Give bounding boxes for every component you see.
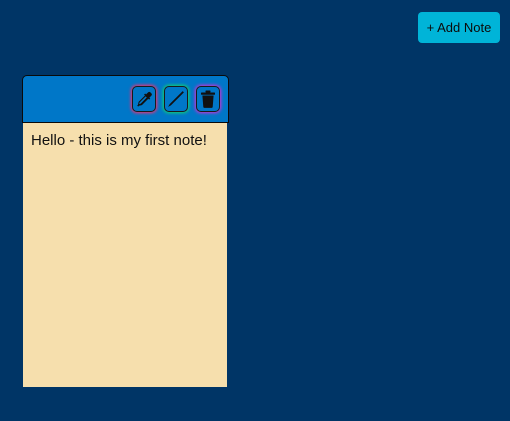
delete-note-button[interactable] <box>196 86 220 112</box>
pen-icon <box>166 89 186 109</box>
add-note-button[interactable]: + Add Note <box>418 12 500 43</box>
note-text[interactable]: Hello - this is my first note! <box>23 123 227 387</box>
trash-icon <box>200 90 216 108</box>
edit-note-button[interactable] <box>164 86 188 112</box>
note-header <box>22 75 229 123</box>
eyedropper-icon <box>135 90 153 108</box>
note-card: Hello - this is my first note! <box>22 75 229 387</box>
color-picker-button[interactable] <box>132 86 156 112</box>
